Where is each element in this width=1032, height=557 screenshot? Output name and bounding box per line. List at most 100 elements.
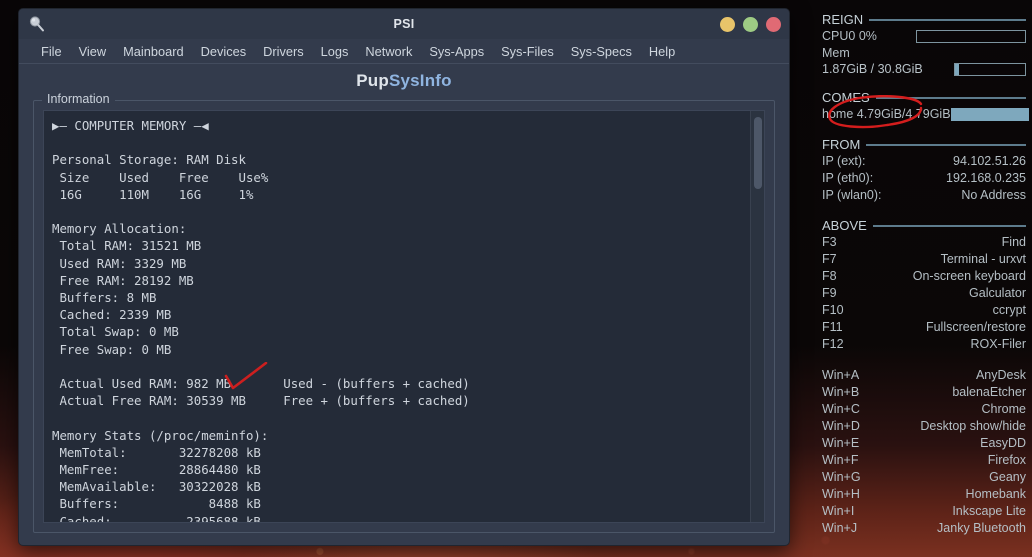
conky-mem-bar [954,62,1026,76]
menu-item-sys-specs[interactable]: Sys-Specs [571,44,632,59]
conky-winkey-list: Win+A AnyDesk Win+B balenaEtcher Win+C Chrome… [822,367,1026,537]
menu-item-logs[interactable]: Logs [321,44,349,59]
menu-item-sys-files[interactable]: Sys-Files [501,44,554,59]
conky-section-comes: COMES [822,90,1026,105]
conky-network-label: IP (eth0): [822,171,874,185]
terminal-scrollbar[interactable] [750,111,764,522]
conky-network-value: No Address [961,188,1026,202]
conky-section-above-label: ABOVE [822,218,867,233]
window-titlebar[interactable]: PSI [19,9,789,39]
conky-fkey-value: Terminal - urxvt [940,252,1026,266]
conky-network-value: 94.102.51.26 [953,154,1026,168]
conky-winkey-row: Win+J Janky Bluetooth [822,520,1026,537]
conky-winkey-label: Win+E [822,436,860,450]
conky-winkey-value: Janky Bluetooth [937,521,1026,535]
conky-network-list: IP (ext): 94.102.51.26 IP (eth0): 192.168.0… [822,153,1026,204]
conky-fkey-row: F7 Terminal - urxvt [822,251,1026,268]
conky-fkey-label: F11 [822,320,843,334]
conky-section-reign: REIGN [822,12,1026,27]
conky-fkey-value: Galculator [969,286,1026,300]
conky-fkey-value: Fullscreen/restore [925,320,1026,334]
conky-winkey-label: Win+D [822,419,860,433]
conky-fkey-list: F3 Find F7 Terminal - urxvt F8 On-screen keyb… [822,234,1026,353]
app-title-part1: Pup [356,71,389,90]
menu-item-sys-apps[interactable]: Sys-Apps [429,44,484,59]
conky-winkey-row: Win+C Chrome [822,401,1026,418]
menu-item-drivers[interactable]: Drivers [263,44,304,59]
conky-fkey-label: F9 [822,286,837,300]
app-title: PupSysInfo [19,64,789,100]
section-rule [875,96,1026,99]
close-button[interactable] [766,16,781,32]
conky-section-comes-label: COMES [822,90,870,105]
conky-network-label: IP (ext): [822,154,866,168]
conky-winkey-label: Win+C [822,402,860,416]
section-rule [872,224,1026,227]
conky-winkey-row: Win+F Firefox [822,452,1026,469]
conky-cpu-bar [916,30,1026,43]
minimize-button[interactable] [720,16,735,32]
conky-winkey-value: Chrome [981,402,1026,416]
menu-bar[interactable]: File View Mainboard Devices Drivers Logs Netwo… [19,39,789,64]
conky-winkey-row: Win+I Inkscape Lite [822,503,1026,520]
conky-winkey-value: Desktop show/hide [920,419,1026,433]
conky-winkey-value: Firefox [987,453,1026,467]
conky-fkey-label: F8 [822,269,837,283]
conky-section-from-label: FROM [822,137,861,152]
conky-winkey-label: Win+A [822,368,860,382]
conky-fkey-label: F10 [822,303,844,317]
conky-winkey-label: Win+F [822,453,859,467]
conky-fkey-label: F3 [822,235,837,249]
conky-fkey-row: F8 On-screen keyboard [822,268,1026,285]
conky-network-row: IP (ext): 94.102.51.26 [822,153,1026,170]
menu-item-devices[interactable]: Devices [201,44,247,59]
conky-winkey-row: Win+A AnyDesk [822,367,1026,384]
conky-fkey-row: F9 Galculator [822,285,1026,302]
conky-cpu-row: CPU0 0% [822,28,1026,45]
conky-winkey-row: Win+E EasyDD [822,435,1026,452]
menu-item-view[interactable]: View [79,44,107,59]
conky-fkey-value: On-screen keyboard [912,269,1026,283]
app-title-part2: SysInfo [388,71,452,90]
conky-winkey-value: Geany [989,470,1026,484]
conky-fkey-value: Find [1001,235,1026,249]
conky-section-above: ABOVE [822,218,1026,233]
terminal-text: ▶— COMPUTER MEMORY —◀ Personal Storage: … [52,118,470,522]
maximize-button[interactable] [743,16,758,32]
window-controls[interactable] [720,16,781,32]
conky-winkey-row: Win+H Homebank [822,486,1026,503]
menu-item-network[interactable]: Network [365,44,412,59]
conky-winkey-label: Win+B [822,385,860,399]
conky-winkey-value: balenaEtcher [952,385,1026,399]
conky-mem-block: Mem 1.87GiB / 30.8GiB [822,45,1026,129]
conky-winkey-row: Win+G Geany [822,469,1026,486]
conky-section-from: FROM [822,137,1026,152]
conky-winkey-label: Win+H [822,487,860,501]
menu-item-file[interactable]: File [41,44,62,59]
information-frame-label: Information [42,92,115,106]
menu-item-mainboard[interactable]: Mainboard [123,44,183,59]
conky-winkey-row: Win+B balenaEtcher [822,384,1026,401]
conky-mem-value: 1.87GiB / 30.8GiB [822,62,923,76]
conky-network-value: 192.168.0.235 [946,171,1026,185]
conky-fkey-value: ccrypt [992,303,1026,317]
conky-winkey-label: Win+I [822,504,855,518]
terminal-scrollbar-thumb[interactable] [754,117,762,189]
conky-mem-value-row: 1.87GiB / 30.8GiB [822,62,1026,76]
conky-fkey-label: F12 [822,337,844,351]
conky-fkey-row: F3 Find [822,234,1026,251]
conky-winkey-row: Win+D Desktop show/hide [822,418,1026,435]
conky-home-bar [950,108,1029,121]
conky-mem-label-row: Mem [822,45,1026,62]
menu-item-help[interactable]: Help [649,44,675,59]
psi-window[interactable]: PSI File View Mainboard Devices Drivers Logs N… [18,8,790,546]
conky-network-row: IP (wlan0): No Address [822,187,1026,204]
section-rule [869,18,1026,21]
information-frame: Information ▶— COMPUTER MEMORY —◀ Person… [33,92,775,533]
terminal-output-panel[interactable]: ▶— COMPUTER MEMORY —◀ Personal Storage: … [43,110,765,523]
conky-network-row: IP (eth0): 192.168.0.235 [822,170,1026,187]
